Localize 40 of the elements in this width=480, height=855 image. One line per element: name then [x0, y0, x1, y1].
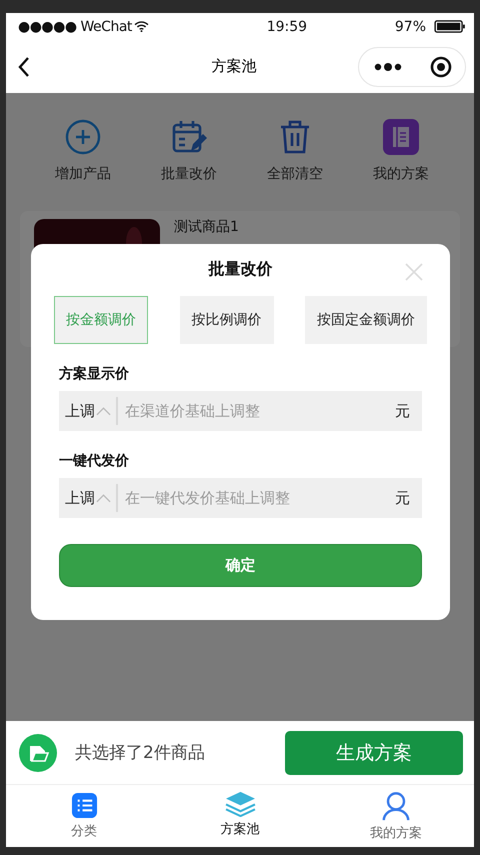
list-icon[interactable]	[70, 792, 98, 819]
toolbar-label[interactable]: 批量改价	[161, 165, 217, 183]
battery-icon	[434, 20, 466, 33]
direction-select[interactable]: 上调	[65, 488, 95, 508]
folder-icon	[19, 734, 57, 772]
product-name: 测试商品1	[174, 219, 239, 236]
calendar-edit-icon[interactable]	[171, 119, 207, 155]
wifi-icon	[134, 21, 149, 32]
generate-button[interactable]: 生成方案	[285, 730, 463, 774]
status-time: 19:59	[266, 18, 308, 34]
notebook-icon[interactable]	[383, 119, 419, 155]
input-field[interactable]: 上调 在一键代发价基础上调整 元	[59, 478, 422, 518]
tab-label[interactable]: 我的方案	[370, 824, 422, 842]
mode-tab[interactable]: 按固定金额调价	[305, 296, 427, 344]
tab-label[interactable]: 方案池	[220, 820, 260, 838]
dialog-title: 批量改价	[208, 259, 272, 280]
direction-select[interactable]: 上调	[65, 402, 95, 420]
caret-icon	[96, 406, 111, 416]
mode-tab[interactable]: 按金额调价	[54, 296, 148, 344]
field-label: 一键代发价	[59, 452, 130, 470]
selection-count: 共选择了2件商品	[75, 742, 206, 764]
page-title: 方案池	[210, 57, 258, 76]
caret-icon	[96, 494, 111, 502]
unit-label: 元	[395, 488, 410, 508]
plus-icon[interactable]	[65, 119, 101, 155]
carrier-name: ●●●●● WeChat	[18, 18, 132, 34]
toolbar-label[interactable]: 我的方案	[373, 165, 429, 183]
layers-icon[interactable]	[224, 790, 256, 817]
tab-label[interactable]: 分类	[71, 822, 97, 840]
back-icon[interactable]	[18, 56, 30, 78]
unit-label: 元	[395, 402, 410, 420]
field-label: 方案显示价	[59, 365, 130, 383]
input-field[interactable]: 上调 在渠道价基础上调整 元	[59, 391, 422, 431]
battery-level: 97%	[394, 18, 426, 34]
user-icon[interactable]	[381, 790, 411, 820]
toolbar-label[interactable]: 增加产品	[55, 165, 111, 183]
mode-tab[interactable]: 按比例调价	[180, 296, 274, 344]
confirm-button[interactable]: 确定	[59, 544, 422, 587]
toolbar-label[interactable]: 全部清空	[267, 165, 323, 183]
more-icon[interactable]	[372, 62, 402, 72]
